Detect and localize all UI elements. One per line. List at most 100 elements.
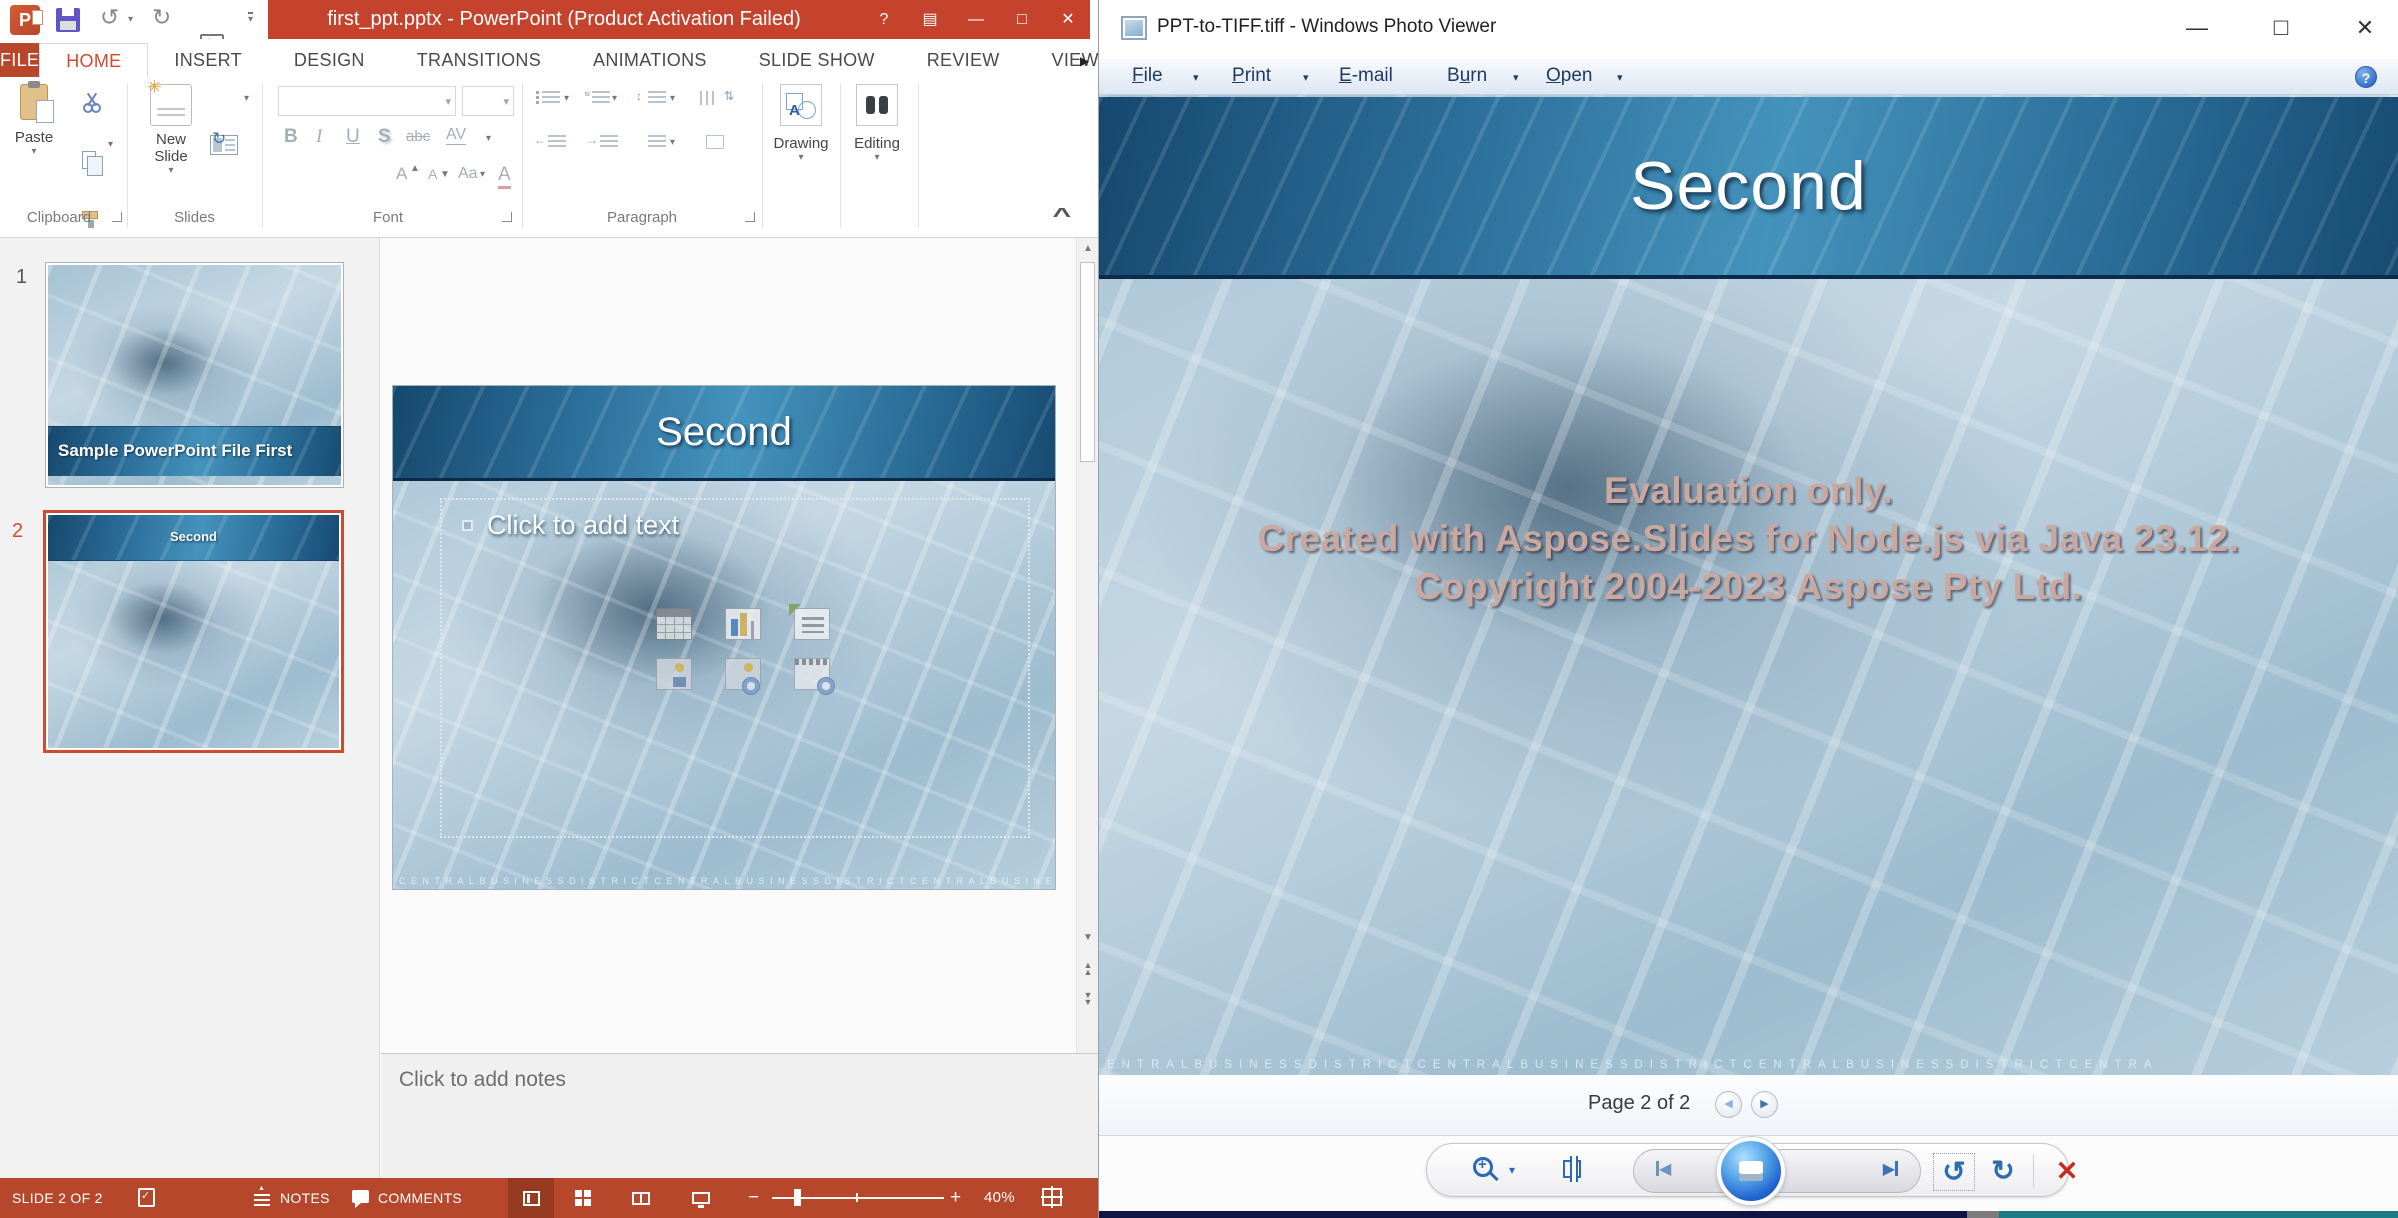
maximize-button[interactable]: □ <box>1004 0 1040 39</box>
bold-button[interactable]: B <box>284 126 298 148</box>
spellcheck-icon[interactable] <box>138 1188 155 1207</box>
editor-scrollbar[interactable]: ▲ ▼ ▲▲ ▼▼ <box>1076 238 1098 1053</box>
pv-maximize-button[interactable]: □ <box>2261 10 2301 46</box>
insert-online-picture-icon[interactable] <box>725 658 761 690</box>
cut-icon[interactable] <box>82 93 102 113</box>
zoom-icon[interactable] <box>1473 1157 1493 1177</box>
decrease-indent-icon[interactable] <box>548 135 566 149</box>
next-slide-button[interactable]: ▼▼ <box>1077 992 1099 1006</box>
reset-slide-icon[interactable]: ↻ <box>212 129 226 149</box>
reading-view-button[interactable] <box>618 1178 664 1218</box>
layout-dropdown-icon[interactable]: ▾ <box>244 93 249 104</box>
new-slide-dropdown-icon[interactable]: ▾ <box>168 165 173 176</box>
menu-file[interactable]: File <box>1132 65 1163 87</box>
notes-pane[interactable]: Click to add notes <box>381 1053 1098 1178</box>
collapse-ribbon-icon[interactable]: ^ <box>1052 205 1071 228</box>
change-case-dropdown-icon[interactable]: ▾ <box>480 169 485 180</box>
zoom-in-button[interactable]: + <box>950 1178 961 1218</box>
insert-picture-icon[interactable] <box>656 658 692 690</box>
line-spacing-dropdown-icon[interactable]: ▾ <box>670 93 675 104</box>
editing-button[interactable]: Editing ▾ <box>844 84 910 163</box>
tab-animations[interactable]: ANIMATIONS <box>567 43 733 77</box>
change-case-button[interactable]: Aa <box>458 165 478 183</box>
underline-button[interactable]: U <box>346 126 360 148</box>
tab-scroll-icon[interactable]: ▶ <box>1080 54 1089 68</box>
paragraph-dialog-launcher-icon[interactable] <box>745 212 755 222</box>
font-color-button[interactable]: A <box>498 164 511 189</box>
zoom-out-button[interactable]: − <box>748 1178 759 1218</box>
font-dialog-launcher-icon[interactable] <box>502 212 512 222</box>
numbering-icon[interactable] <box>592 91 610 105</box>
scrollbar-thumb[interactable] <box>1080 262 1095 462</box>
slide-title-placeholder[interactable]: Second <box>393 386 1055 481</box>
line-spacing-icon[interactable] <box>648 91 666 105</box>
insert-table-icon[interactable] <box>656 608 692 640</box>
menu-print-dropdown-icon[interactable]: ▾ <box>1303 71 1309 84</box>
slide-canvas[interactable]: Second Click to add text CENTRALBUSINESS… <box>392 385 1056 890</box>
zoom-level[interactable]: 40% <box>984 1178 1015 1218</box>
insert-smartart-icon[interactable] <box>794 608 830 640</box>
customize-quick-access-icon[interactable]: ▾ <box>248 12 253 25</box>
previous-slide-button[interactable]: ▲▲ <box>1077 962 1099 976</box>
ribbon-display-options-button[interactable]: ▤ <box>912 0 948 39</box>
increase-indent-icon[interactable] <box>600 135 618 149</box>
slide-2-thumbnail[interactable]: Second <box>43 510 344 753</box>
insert-video-icon[interactable] <box>794 658 830 690</box>
drawing-dropdown-icon[interactable]: ▾ <box>798 152 803 163</box>
font-size-combobox[interactable]: ▾ <box>462 86 514 116</box>
text-shadow-button[interactable]: S <box>378 126 391 148</box>
insert-chart-icon[interactable] <box>725 608 761 640</box>
bullets-dropdown-icon[interactable]: ▾ <box>564 93 569 104</box>
zoom-slider-thumb[interactable] <box>794 1189 801 1206</box>
close-button[interactable]: ✕ <box>1050 0 1086 39</box>
menu-open-dropdown-icon[interactable]: ▾ <box>1617 71 1623 84</box>
clipboard-dialog-launcher-icon[interactable] <box>112 212 122 222</box>
shrink-font-button[interactable]: A <box>428 166 437 182</box>
rotate-left-button[interactable]: ↺ <box>1933 1153 1975 1191</box>
editing-dropdown-icon[interactable]: ▾ <box>874 152 879 163</box>
next-page-button[interactable]: ▶ <box>1751 1091 1778 1118</box>
rotate-right-button[interactable]: ↻ <box>1983 1153 2023 1189</box>
pv-close-button[interactable]: ✕ <box>2345 10 2385 46</box>
next-image-button[interactable]: ▶ <box>1883 1159 1898 1179</box>
bullets-icon[interactable] <box>542 91 560 105</box>
strikethrough-button[interactable]: abc <box>406 128 430 145</box>
normal-view-button[interactable] <box>508 1178 554 1218</box>
tab-transitions[interactable]: TRANSITIONS <box>391 43 567 77</box>
new-slide-button[interactable]: New Slide ▾ <box>138 84 204 176</box>
tab-slide-show[interactable]: SLIDE SHOW <box>733 43 901 77</box>
minimize-button[interactable]: — <box>958 0 994 39</box>
slide-1-thumbnail[interactable]: Sample PowerPoint File First <box>45 262 344 488</box>
slide-show-button[interactable] <box>678 1178 724 1218</box>
drawing-button[interactable]: A Drawing ▾ <box>768 84 834 163</box>
undo-dropdown-icon[interactable]: ▾ <box>128 14 133 25</box>
menu-file-dropdown-icon[interactable]: ▾ <box>1193 71 1199 84</box>
menu-burn-dropdown-icon[interactable]: ▾ <box>1513 71 1519 84</box>
copy-icon[interactable] <box>82 151 96 169</box>
redo-icon[interactable]: ↻ <box>152 4 171 30</box>
notes-toggle-label[interactable]: NOTES <box>280 1178 330 1218</box>
delete-button[interactable]: ✕ <box>2047 1152 2087 1190</box>
scroll-down-icon[interactable]: ▼ <box>1077 931 1099 945</box>
tab-review[interactable]: REVIEW <box>901 43 1026 77</box>
fit-slide-to-window-icon[interactable] <box>1042 1188 1062 1206</box>
scroll-up-icon[interactable]: ▲ <box>1077 242 1099 256</box>
character-spacing-button[interactable]: AV <box>446 126 466 145</box>
tab-file[interactable]: FILE <box>0 43 39 77</box>
pv-help-icon[interactable]: ? <box>2355 66 2377 88</box>
paste-dropdown-icon[interactable]: ▾ <box>31 146 36 157</box>
actual-size-icon[interactable] <box>1563 1160 1581 1178</box>
undo-icon[interactable]: ↺ <box>100 4 119 30</box>
menu-open[interactable]: Open <box>1546 65 1592 87</box>
notes-toggle-icon[interactable] <box>254 1194 270 1206</box>
play-slideshow-button[interactable] <box>1717 1137 1785 1205</box>
align-dropdown-icon[interactable]: ▾ <box>670 137 675 148</box>
zoom-dropdown-icon[interactable]: ▾ <box>1509 1163 1515 1177</box>
pv-minimize-button[interactable]: — <box>2177 10 2217 46</box>
italic-button[interactable]: I <box>316 126 322 148</box>
align-text-icon[interactable] <box>648 135 666 149</box>
comments-label[interactable]: COMMENTS <box>378 1178 462 1218</box>
spacing-dropdown-icon[interactable]: ▾ <box>486 133 491 144</box>
grow-font-button[interactable]: A <box>396 164 407 184</box>
previous-image-button[interactable]: ◀ <box>1656 1159 1671 1179</box>
